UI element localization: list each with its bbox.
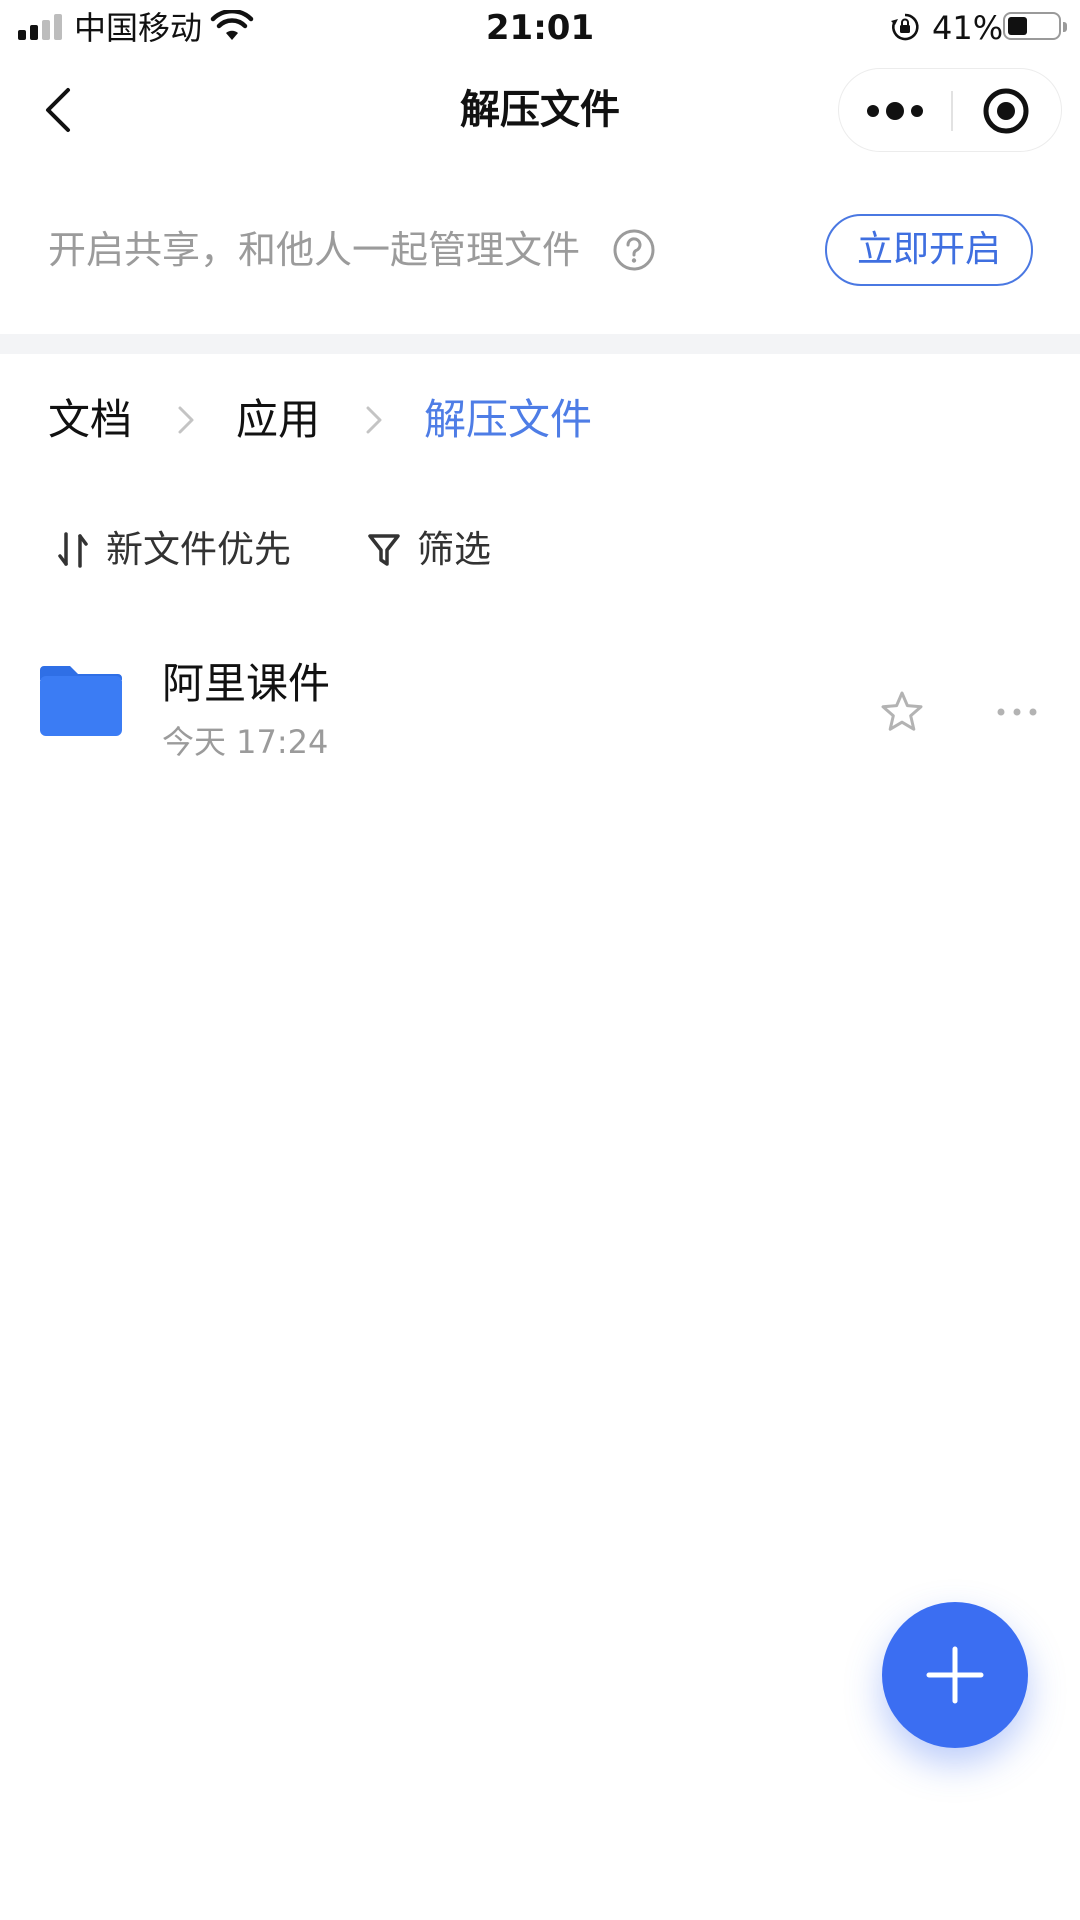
mini-program-capsule	[838, 68, 1062, 152]
sort-label: 新文件优先	[106, 528, 291, 571]
enable-share-button[interactable]: 立即开启	[825, 214, 1033, 286]
question-circle-icon[interactable]	[612, 228, 656, 272]
funnel-icon	[368, 534, 400, 566]
chevron-right-icon	[366, 406, 382, 434]
ellipsis-icon[interactable]	[994, 698, 1040, 726]
chevron-right-icon	[178, 406, 194, 434]
folder-icon	[40, 666, 122, 736]
rotation-lock-icon	[891, 13, 919, 41]
share-prompt-text: 开启共享，和他人一起管理文件	[48, 228, 581, 272]
file-modified-time: 今天 17:24	[162, 723, 329, 761]
breadcrumb-item-docs[interactable]: 文档	[48, 390, 132, 450]
star-outline-icon[interactable]	[878, 688, 926, 736]
status-bar: 中国移动 21:01 41%	[0, 0, 1080, 60]
capsule-more-button[interactable]	[839, 69, 951, 153]
list-toolbar: 新文件优先 筛选	[56, 520, 491, 580]
battery-percent: 41%	[932, 9, 1004, 47]
file-name: 阿里课件	[162, 659, 331, 708]
filter-label: 筛选	[417, 528, 491, 571]
more-dots-icon	[867, 102, 923, 120]
list-item[interactable]: 阿里课件 今天 17:24	[0, 640, 1080, 780]
section-divider	[0, 334, 1080, 354]
sort-button[interactable]: 新文件优先	[56, 522, 291, 578]
breadcrumb: 文档 应用 解压文件	[48, 390, 592, 450]
filter-button[interactable]: 筛选	[367, 522, 491, 578]
breadcrumb-item-apps[interactable]: 应用	[236, 390, 320, 450]
file-browser-screen: 中国移动 21:01 41% 解压文件 开启共享，和他人一起管理文件 立即开启 …	[0, 0, 1080, 1920]
battery-icon	[1003, 12, 1067, 40]
sort-arrows-icon	[58, 532, 88, 568]
add-fab-button[interactable]	[882, 1602, 1028, 1748]
breadcrumb-item-current: 解压文件	[424, 395, 593, 444]
nav-bar: 解压文件	[0, 60, 1080, 160]
target-circle-icon	[983, 88, 1029, 134]
share-banner: 开启共享，和他人一起管理文件 立即开启	[0, 200, 1080, 330]
capsule-close-button[interactable]	[952, 69, 1063, 153]
plus-icon	[926, 1646, 984, 1704]
